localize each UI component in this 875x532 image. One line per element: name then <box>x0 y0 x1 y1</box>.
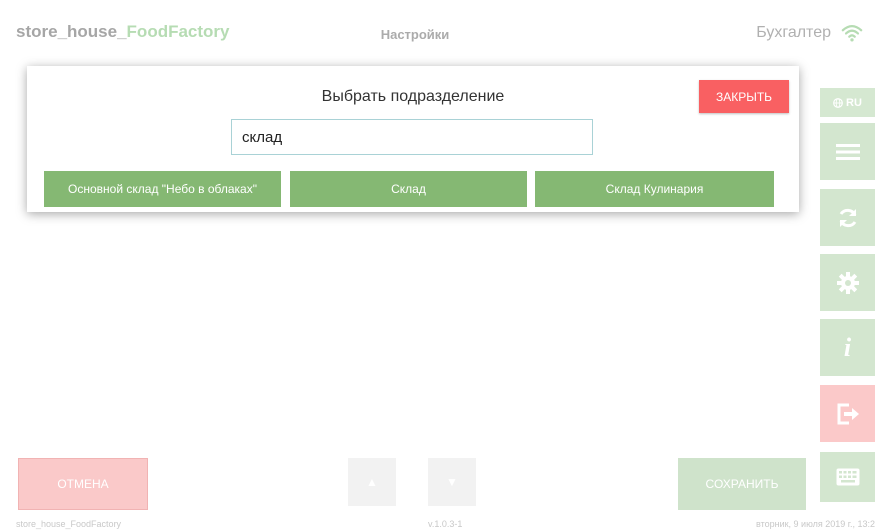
sync-button[interactable] <box>820 189 875 246</box>
save-button[interactable]: СОХРАНИТЬ <box>678 458 806 510</box>
chevron-down-icon: ▼ <box>446 475 458 489</box>
dialog-title: Выбрать подразделение <box>321 88 505 105</box>
keyboard-icon <box>836 468 859 486</box>
department-option[interactable]: Склад Кулинария <box>535 171 774 207</box>
menu-button[interactable] <box>820 123 875 180</box>
status-datetime: вторник, 9 июля 2019 г., 13:2 <box>756 519 875 529</box>
status-bar: store_house_FoodFactory v.1.0.3-1 вторни… <box>0 514 875 532</box>
department-option[interactable]: Склад <box>290 171 527 207</box>
language-label: RU <box>846 96 862 109</box>
department-results: Основной склад "Небо в облаках" Склад Ск… <box>44 171 774 207</box>
app-header: store_house_FoodFactory Настройки Бухгал… <box>0 0 875 66</box>
settings-gear-icon <box>836 271 859 294</box>
status-app-name: store_house_FoodFactory <box>16 519 122 529</box>
info-button[interactable]: i <box>820 319 875 376</box>
select-department-dialog: Выбрать подразделение ЗАКРЫТЬ Основной с… <box>27 66 799 212</box>
sync-icon <box>839 208 856 227</box>
language-button[interactable]: RU <box>820 88 875 117</box>
user-role[interactable]: Бухгалтер <box>756 24 831 42</box>
department-option[interactable]: Основной склад "Небо в облаках" <box>44 171 281 207</box>
chevron-up-icon: ▲ <box>366 475 378 489</box>
menu-icon <box>835 143 860 160</box>
scroll-up-button[interactable]: ▲ <box>348 458 396 506</box>
logout-icon <box>837 403 859 424</box>
close-button[interactable]: ЗАКРЫТЬ <box>699 80 789 113</box>
globe-icon <box>833 97 843 108</box>
department-search-input[interactable] <box>231 119 593 155</box>
wifi-icon <box>841 25 863 42</box>
info-icon: i <box>843 332 852 362</box>
status-version: v.1.0.3-1 <box>428 519 463 529</box>
scroll-down-button[interactable]: ▼ <box>428 458 476 506</box>
keyboard-button[interactable] <box>820 452 875 502</box>
logout-button[interactable] <box>820 385 875 442</box>
page-title: Настройки <box>380 27 450 42</box>
cancel-button[interactable]: ОТМЕНА <box>18 458 148 510</box>
settings-button[interactable] <box>820 254 875 311</box>
